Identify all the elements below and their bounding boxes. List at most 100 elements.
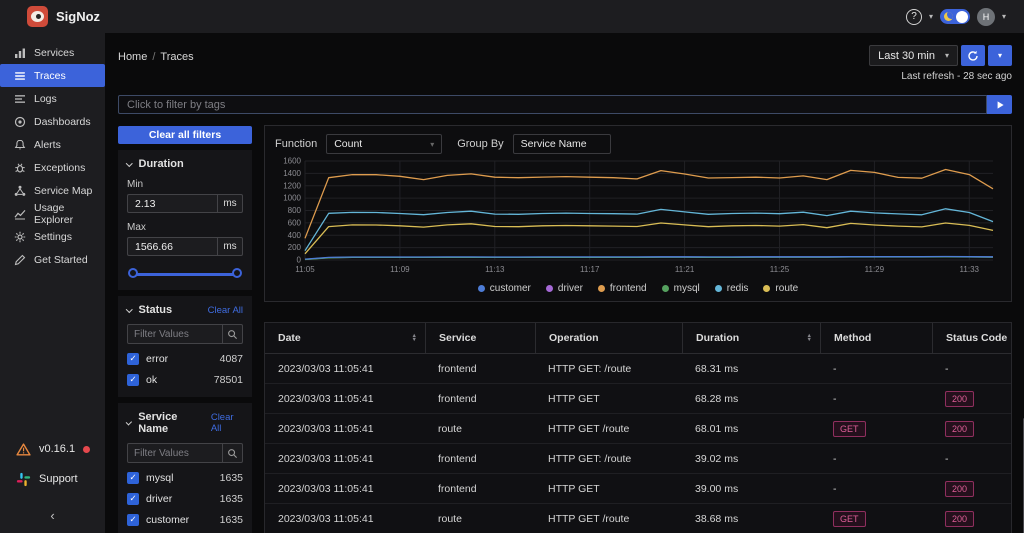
clear-all-link[interactable]: Clear All — [208, 305, 243, 316]
dashboards-icon — [14, 116, 26, 128]
help-caret-icon[interactable]: ▾ — [929, 12, 933, 21]
chevron-down-icon[interactable] — [126, 159, 133, 167]
avatar[interactable]: H — [976, 7, 995, 26]
duration-range-slider[interactable] — [128, 268, 242, 280]
filter-option-ok[interactable]: ✓ ok 78501 — [127, 370, 243, 389]
table-row[interactable]: 2023/03/03 11:05:41 frontend HTTP GET: /ro… — [265, 444, 1011, 474]
help-icon[interactable]: ? — [905, 8, 922, 25]
checkbox-checked-icon[interactable]: ✓ — [127, 373, 139, 386]
tag-filter-bar — [118, 95, 1012, 114]
moon-icon — [943, 12, 953, 21]
legend-dot-icon — [477, 285, 485, 292]
function-select[interactable]: Count ▾ — [326, 134, 443, 154]
checkbox-checked-icon[interactable]: ✓ — [127, 352, 139, 365]
legend-item-mysql[interactable]: mysql — [661, 283, 700, 294]
brand[interactable]: SigNoz — [27, 6, 100, 27]
legend-item-route[interactable]: route — [763, 283, 798, 294]
legend-item-customer[interactable]: customer — [477, 283, 531, 294]
services-icon — [14, 47, 26, 59]
svg-text:1600: 1600 — [283, 157, 301, 166]
sidebar-item-service-map[interactable]: Service Map — [0, 179, 105, 202]
main-content: Home / Traces Last 30 min ▾ ▾ Last refresh… — [105, 33, 1024, 533]
duration-max-input[interactable] — [127, 237, 217, 256]
cell-method: - — [833, 392, 837, 405]
search-icon[interactable] — [222, 325, 242, 343]
chevron-down-icon[interactable] — [126, 418, 133, 426]
last-refresh-label: Last refresh - 28 sec ago — [901, 71, 1012, 82]
checkbox-checked-icon[interactable]: ✓ — [127, 471, 139, 484]
sidebar-item-settings[interactable]: Settings — [0, 225, 105, 248]
toggle-knob — [956, 10, 969, 23]
option-count: 1635 — [219, 471, 243, 484]
refresh-options-button[interactable]: ▾ — [988, 45, 1012, 66]
sidebar-item-services[interactable]: Services — [0, 41, 105, 64]
slider-handle-min[interactable] — [128, 268, 138, 278]
sidebar-item-label: Traces — [34, 69, 66, 82]
sidebar-item-dashboards[interactable]: Dashboards — [0, 110, 105, 133]
slider-handle-max[interactable] — [232, 268, 242, 278]
status-badge: 200 — [945, 480, 975, 497]
table-row[interactable]: 2023/03/03 11:05:41 frontend HTTP GET 68.28… — [265, 384, 1011, 414]
legend-item-frontend[interactable]: frontend — [597, 283, 647, 294]
user-menu-caret-icon[interactable]: ▾ — [1002, 12, 1006, 21]
version-row[interactable]: v0.16.1 — [0, 434, 105, 464]
sidebar-nav: Services Traces Logs Dashboards Alerts Except… — [0, 41, 105, 271]
filter-option-mysql[interactable]: ✓ mysql 1635 — [127, 468, 243, 487]
sidebar-item-label: Settings — [34, 230, 72, 243]
checkbox-checked-icon[interactable]: ✓ — [127, 513, 139, 526]
run-filter-button[interactable] — [987, 95, 1012, 114]
sidebar-item-label: Usage Explorer — [34, 201, 74, 226]
group-by-label: Group By — [457, 138, 504, 150]
column-header-operation: Operation — [535, 323, 682, 353]
breadcrumb-home[interactable]: Home — [118, 51, 147, 63]
duration-min-input[interactable] — [127, 194, 217, 213]
table-row[interactable]: 2023/03/03 11:05:41 route HTTP GET /route 6… — [265, 414, 1011, 444]
search-icon[interactable] — [222, 444, 242, 462]
filter-panel: Clear all filters Duration Min ms Max ms — [118, 125, 252, 533]
service-filter-input[interactable] — [128, 447, 222, 459]
filter-option-driver[interactable]: ✓ driver 1635 — [127, 489, 243, 508]
legend-item-redis[interactable]: redis — [714, 283, 748, 294]
support-row[interactable]: Support — [0, 464, 105, 494]
sidebar-item-logs[interactable]: Logs — [0, 87, 105, 110]
svg-text:11:17: 11:17 — [580, 265, 600, 274]
clear-all-link[interactable]: Clear All — [211, 412, 243, 434]
sidebar-item-get-started[interactable]: Get Started — [0, 248, 105, 271]
sidebar-collapse-chevron[interactable]: ‹ — [0, 508, 105, 523]
cell-operation: HTTP GET — [548, 482, 600, 495]
column-header-date[interactable]: Date ▲ ▼ — [265, 323, 425, 353]
svg-text:11:25: 11:25 — [770, 265, 790, 274]
sidebar-item-traces[interactable]: Traces — [0, 64, 105, 87]
table-row[interactable]: 2023/03/03 11:05:41 route HTTP GET /route 3… — [265, 504, 1011, 533]
table-row[interactable]: 2023/03/03 11:05:41 frontend HTTP GET: /ro… — [265, 354, 1011, 384]
sidebar-item-exceptions[interactable]: Exceptions — [0, 156, 105, 179]
filter-option-error[interactable]: ✓ error 4087 — [127, 349, 243, 368]
clear-all-filters-button[interactable]: Clear all filters — [118, 126, 252, 144]
refresh-button[interactable] — [961, 45, 985, 66]
tag-filter-input[interactable] — [118, 95, 987, 114]
sort-icon[interactable]: ▲ ▼ — [412, 333, 417, 343]
column-header-duration[interactable]: Duration ▲ ▼ — [682, 323, 820, 353]
cell-status-code: - — [945, 452, 949, 465]
cell-duration: 68.01 ms — [695, 422, 739, 435]
time-controls: Last 30 min ▾ ▾ Last refresh - 28 sec ag… — [869, 45, 1012, 82]
chevron-down-icon[interactable] — [126, 305, 133, 313]
breadcrumb-current[interactable]: Traces — [160, 51, 193, 63]
status-filter-input[interactable] — [128, 328, 222, 340]
service-options: ✓mysql1635✓driver1635✓customer1635✓route… — [127, 468, 243, 533]
sort-icon[interactable]: ▲ ▼ — [807, 333, 812, 343]
sidebar-item-alerts[interactable]: Alerts — [0, 133, 105, 156]
legend-item-driver[interactable]: driver — [545, 283, 583, 294]
group-by-select[interactable]: Service Name — [512, 134, 611, 154]
cell-date: 2023/03/03 11:05:41 — [278, 392, 374, 405]
dark-mode-toggle[interactable] — [939, 9, 970, 24]
logs-icon — [14, 93, 26, 105]
cell-service: route — [438, 422, 462, 435]
sidebar-item-usage-explorer[interactable]: Usage Explorer — [0, 201, 105, 226]
time-range-select[interactable]: Last 30 min ▾ — [869, 45, 958, 66]
checkbox-checked-icon[interactable]: ✓ — [127, 492, 139, 505]
max-label: Max — [127, 222, 146, 233]
filter-option-customer[interactable]: ✓ customer 1635 — [127, 510, 243, 529]
column-header-status-code: Status Code — [932, 323, 1011, 353]
table-row[interactable]: 2023/03/03 11:05:41 frontend HTTP GET 39.00… — [265, 474, 1011, 504]
